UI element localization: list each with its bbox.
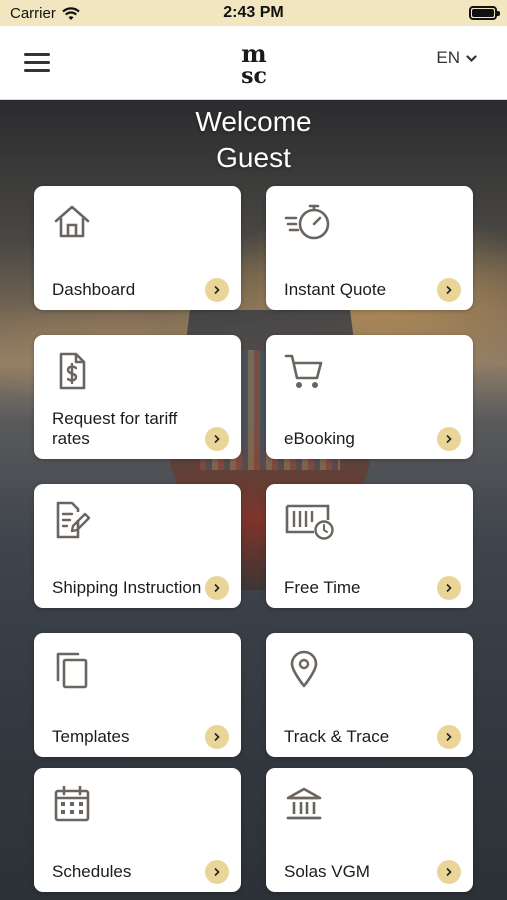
dollar-document-icon (59, 352, 86, 390)
calendar-icon (54, 785, 90, 822)
bank-icon (286, 787, 322, 820)
tile-label: Templates (52, 727, 130, 746)
home-icon (54, 205, 90, 238)
tile-label: Track & Trace (284, 727, 390, 746)
tile-label: Free Time (284, 578, 361, 597)
battery-icon (469, 6, 500, 20)
tile-label: Shipping Instruction (52, 578, 202, 597)
tile-ebooking[interactable]: eBooking (266, 335, 473, 459)
tile-label: eBooking (284, 429, 355, 448)
chevron-right-icon (205, 278, 229, 302)
chevron-right-icon (205, 860, 229, 884)
tile-track-trace[interactable]: Track & Trace (266, 633, 473, 757)
tile-shipping-instruction[interactable]: Shipping Instruction (34, 484, 241, 608)
chevron-right-icon (437, 725, 461, 749)
language-label: EN (436, 48, 460, 67)
welcome-line2: Guest (216, 142, 291, 173)
logo-text-bottom: sc (241, 63, 267, 86)
tile-label: Instant Quote (284, 280, 387, 299)
welcome-line1: Welcome (195, 106, 312, 137)
chevron-right-icon (205, 427, 229, 451)
edit-document-icon (56, 501, 91, 539)
chevron-right-icon (437, 427, 461, 451)
welcome-heading: Welcome Guest (0, 104, 507, 176)
hamburger-menu-button[interactable] (24, 53, 50, 73)
chevron-down-icon (466, 55, 477, 63)
tile-label: Solas VGM (284, 862, 370, 881)
chevron-right-icon (437, 860, 461, 884)
cart-icon (284, 354, 323, 388)
logo-mark: m sc (241, 39, 267, 89)
copy-icon (56, 652, 88, 689)
status-bar: Carrier 2:43 PM (0, 0, 507, 26)
chevron-right-icon (437, 576, 461, 600)
tile-instant-quote[interactable]: Instant Quote (266, 186, 473, 310)
chevron-right-icon (205, 576, 229, 600)
top-bar: m sc EN (0, 26, 507, 100)
tile-label: Dashboard (52, 280, 136, 299)
tile-templates[interactable]: Templates (34, 633, 241, 757)
tile-schedules[interactable]: Schedules (34, 768, 241, 892)
location-pin-icon (290, 650, 318, 688)
tile-dashboard[interactable]: Dashboard (34, 186, 241, 310)
stopwatch-icon (284, 204, 330, 240)
language-selector[interactable]: EN (436, 48, 477, 68)
chevron-right-icon (437, 278, 461, 302)
chevron-right-icon (205, 725, 229, 749)
container-clock-icon (285, 504, 334, 540)
tile-free-time[interactable]: Free Time (266, 484, 473, 608)
tile-request-tariff-rates[interactable]: Request for tariff rates (34, 335, 241, 459)
tile-label: Schedules (52, 862, 132, 881)
msc-logo: m sc (229, 39, 279, 89)
tile-solas-vgm[interactable]: Solas VGM (266, 768, 473, 892)
tile-label: Request for tariff rates (52, 409, 178, 448)
status-time: 2:43 PM (223, 4, 284, 21)
